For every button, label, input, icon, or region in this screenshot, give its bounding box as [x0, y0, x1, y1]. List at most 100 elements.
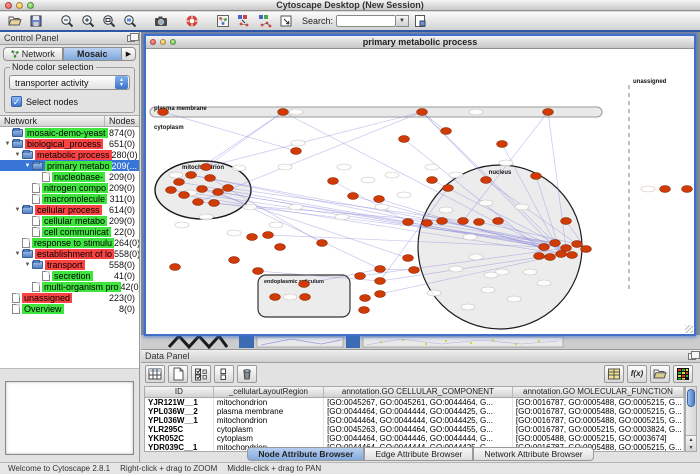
- import-table-icon[interactable]: [604, 365, 624, 383]
- network-node[interactable]: [270, 294, 281, 301]
- tree-row[interactable]: Overview8(0): [0, 303, 139, 314]
- network-node[interactable]: [278, 109, 289, 116]
- network-node[interactable]: [317, 240, 328, 247]
- attr-table-icon[interactable]: [145, 365, 165, 383]
- expand-triangle-icon[interactable]: ▼: [23, 163, 32, 169]
- network-node[interactable]: [556, 251, 567, 258]
- network-node[interactable]: [481, 177, 492, 184]
- tree-row[interactable]: cell communicat22(0): [0, 226, 139, 237]
- network-node[interactable]: [359, 307, 370, 314]
- tab-mosaic[interactable]: Mosaic: [63, 47, 123, 61]
- network-node[interactable]: [300, 294, 311, 301]
- column-header[interactable]: _cellularLayoutRegion: [214, 387, 324, 397]
- network-node[interactable]: [534, 253, 545, 260]
- tree-row[interactable]: cellular metabo209(0): [0, 215, 139, 226]
- zoom-selected-icon[interactable]: [120, 13, 139, 30]
- tree-row[interactable]: ▼primary metabo209(...: [0, 160, 139, 171]
- network-node[interactable]: [247, 234, 258, 241]
- tree-row[interactable]: nucleobase-209(0): [0, 171, 139, 182]
- network-node[interactable]: [174, 179, 185, 186]
- annotation-icon[interactable]: [276, 13, 295, 30]
- table-scrollbar[interactable]: ▲▼: [685, 386, 697, 452]
- network-node[interactable]: [193, 199, 204, 206]
- expand-triangle-icon[interactable]: ▼: [13, 251, 22, 257]
- tree-row[interactable]: mosaic-demo-yeast874(0): [0, 127, 139, 138]
- table-cell[interactable]: YJR121W__1: [145, 398, 214, 407]
- network-node[interactable]: [166, 187, 177, 194]
- layout-apply-icon[interactable]: [234, 13, 253, 30]
- network-node[interactable]: [531, 173, 542, 180]
- column-header[interactable]: annotation.GO MOLECULAR_FUNCTION: [513, 387, 684, 397]
- network-node[interactable]: [186, 172, 197, 179]
- select-nodes-checkbox[interactable]: ✓: [11, 96, 22, 107]
- table-cell[interactable]: [GO:0016787, GO:0005215, GO:0003824, G..…: [513, 425, 684, 434]
- network-node[interactable]: [550, 240, 561, 247]
- network-node[interactable]: [474, 219, 485, 226]
- network-node[interactable]: [458, 218, 469, 225]
- birdseye-view[interactable]: [5, 381, 134, 455]
- network-node[interactable]: [581, 246, 592, 253]
- network-node[interactable]: [417, 109, 428, 116]
- snapshot-icon[interactable]: [151, 13, 170, 30]
- network-node[interactable]: [253, 268, 264, 275]
- network-node[interactable]: [682, 186, 693, 193]
- network-node[interactable]: [497, 141, 508, 148]
- tab-node-attribute-browser[interactable]: Node Attribute Browser: [247, 447, 364, 461]
- network-node[interactable]: [223, 185, 234, 192]
- table-cell[interactable]: [GO:0044464, GO:0044446, GO:0044444, G..…: [324, 434, 513, 443]
- expand-triangle-icon[interactable]: ▼: [3, 141, 12, 147]
- network-node[interactable]: [205, 175, 216, 182]
- tree-row[interactable]: ▼transport558(0): [0, 259, 139, 270]
- new-attribute-icon[interactable]: [168, 365, 188, 383]
- network-node[interactable]: [403, 219, 414, 226]
- open-file-icon[interactable]: [5, 13, 24, 30]
- network-node[interactable]: [355, 273, 366, 280]
- table-cell[interactable]: cytoplasm: [214, 434, 324, 443]
- tree-row[interactable]: macromolecule311(0): [0, 193, 139, 204]
- vizmapper-icon[interactable]: [213, 13, 232, 30]
- tree-row[interactable]: multi-organism pro42(0): [0, 281, 139, 292]
- network-node[interactable]: [229, 257, 240, 264]
- expand-triangle-icon[interactable]: ▼: [23, 262, 32, 268]
- tab-network-attribute-browser[interactable]: Network Attribute Browser: [473, 447, 593, 461]
- tree-row[interactable]: ▼biological_process651(0): [0, 138, 139, 149]
- filter-icon[interactable]: [410, 13, 429, 30]
- network-node[interactable]: [201, 164, 212, 171]
- table-row[interactable]: YJR121W__1mitochondrion[GO:0045267, GO:0…: [145, 398, 684, 407]
- network-node[interactable]: [572, 241, 583, 248]
- table-row[interactable]: YPL036W__2plasma membrane[GO:0044464, GO…: [145, 407, 684, 416]
- network-node[interactable]: [360, 295, 371, 302]
- network-node[interactable]: [545, 254, 556, 261]
- table-cell[interactable]: plasma membrane: [214, 407, 324, 416]
- table-cell[interactable]: YKR052C: [145, 434, 214, 443]
- select-attributes-icon[interactable]: [191, 365, 211, 383]
- tree-row[interactable]: nitrogen compo209(0): [0, 182, 139, 193]
- unselect-attributes-icon[interactable]: [214, 365, 234, 383]
- float-panel-icon[interactable]: [127, 35, 135, 42]
- table-cell[interactable]: cytoplasm: [214, 425, 324, 434]
- tree-row[interactable]: ▼establishment of lo558(0): [0, 248, 139, 259]
- function-builder-icon[interactable]: f(x): [627, 365, 647, 383]
- network-canvas[interactable]: plasma membranecytoplasmmitochondrionnuc…: [146, 49, 694, 334]
- column-header[interactable]: ID: [145, 387, 214, 397]
- table-row[interactable]: YLR295Ccytoplasm[GO:0045263, GO:0044464,…: [145, 425, 684, 434]
- resize-grip[interactable]: [685, 325, 693, 333]
- zoom-in-icon[interactable]: [78, 13, 97, 30]
- table-cell[interactable]: [GO:0045263, GO:0044464, GO:0044455, G..…: [324, 425, 513, 434]
- open-attr-file-icon[interactable]: [650, 365, 670, 383]
- network-node[interactable]: [422, 220, 433, 227]
- table-cell[interactable]: YPL036W__1: [145, 416, 214, 425]
- tree-col-network[interactable]: Network: [0, 116, 105, 126]
- help-icon[interactable]: [182, 13, 201, 30]
- search-dropdown-icon[interactable]: ▼: [396, 15, 409, 27]
- network-node[interactable]: [374, 196, 385, 203]
- table-cell[interactable]: [GO:0016787, GO:0005488, GO:0005215, G..…: [513, 407, 684, 416]
- network-node[interactable]: [197, 186, 208, 193]
- network-view-window[interactable]: primary metabolic process plasma membran…: [144, 34, 696, 336]
- network-node[interactable]: [567, 252, 578, 259]
- table-cell[interactable]: mitochondrion: [214, 398, 324, 407]
- network-node[interactable]: [328, 178, 339, 185]
- network-node[interactable]: [561, 218, 572, 225]
- tree-row[interactable]: ▼metabolic process280(0): [0, 149, 139, 160]
- network-node[interactable]: [399, 136, 410, 143]
